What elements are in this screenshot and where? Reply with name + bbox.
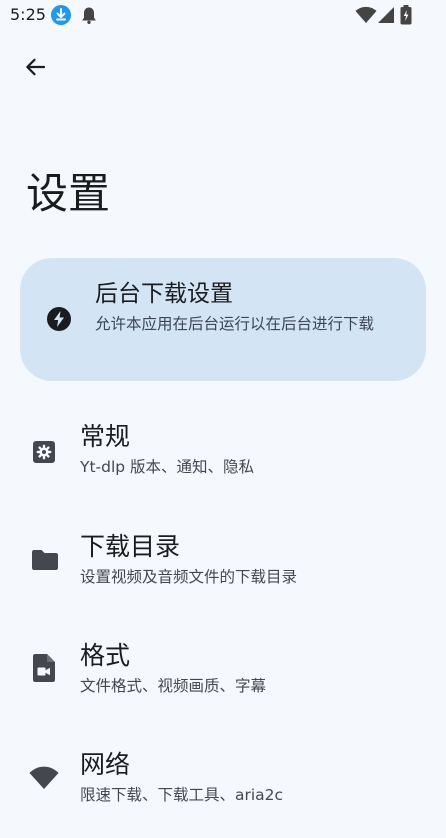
status-bar: 5:25 [0, 0, 446, 30]
settings-item-download-directory[interactable]: 下载目录 设置视频及音频文件的下载目录 [0, 530, 446, 620]
featured-title: 后台下载设置 [95, 281, 233, 307]
item-subtitle: 设置视频及音频文件的下载目录 [80, 568, 298, 586]
cellular-signal-icon [377, 6, 395, 28]
folder-icon [31, 547, 59, 577]
lightning-bolt-icon [46, 306, 72, 336]
background-download-settings-card[interactable]: 后台下载设置 允许本应用在后台运行以在后台进行下载 [20, 258, 426, 381]
item-title: 格式 [80, 641, 131, 670]
arrow-left-icon [23, 55, 47, 83]
item-subtitle: 限速下载、下载工具、aria2c [80, 786, 284, 804]
battery-charging-icon [400, 5, 412, 29]
page-title: 设置 [26, 169, 111, 218]
status-time: 5:25 [10, 5, 46, 24]
item-title: 网络 [80, 750, 131, 779]
item-title: 常规 [80, 422, 131, 451]
video-file-icon [33, 654, 55, 686]
wifi-icon [29, 766, 59, 794]
settings-item-general[interactable]: 常规 Yt-dlp 版本、通知、隐私 [0, 420, 446, 510]
item-subtitle: 文件格式、视频画质、字幕 [80, 677, 267, 695]
settings-item-network[interactable]: 网络 限速下载、下载工具、aria2c [0, 748, 446, 838]
featured-subtitle: 允许本应用在后台运行以在后台进行下载 [95, 315, 375, 333]
notification-bell-icon [79, 5, 99, 29]
back-button[interactable] [14, 48, 56, 90]
item-title: 下载目录 [80, 532, 181, 561]
settings-item-format[interactable]: 格式 文件格式、视频画质、字幕 [0, 639, 446, 729]
wifi-icon [355, 6, 377, 28]
gear-icon [31, 439, 57, 469]
download-badge-icon [51, 5, 71, 25]
item-subtitle: Yt-dlp 版本、通知、隐私 [80, 458, 255, 476]
